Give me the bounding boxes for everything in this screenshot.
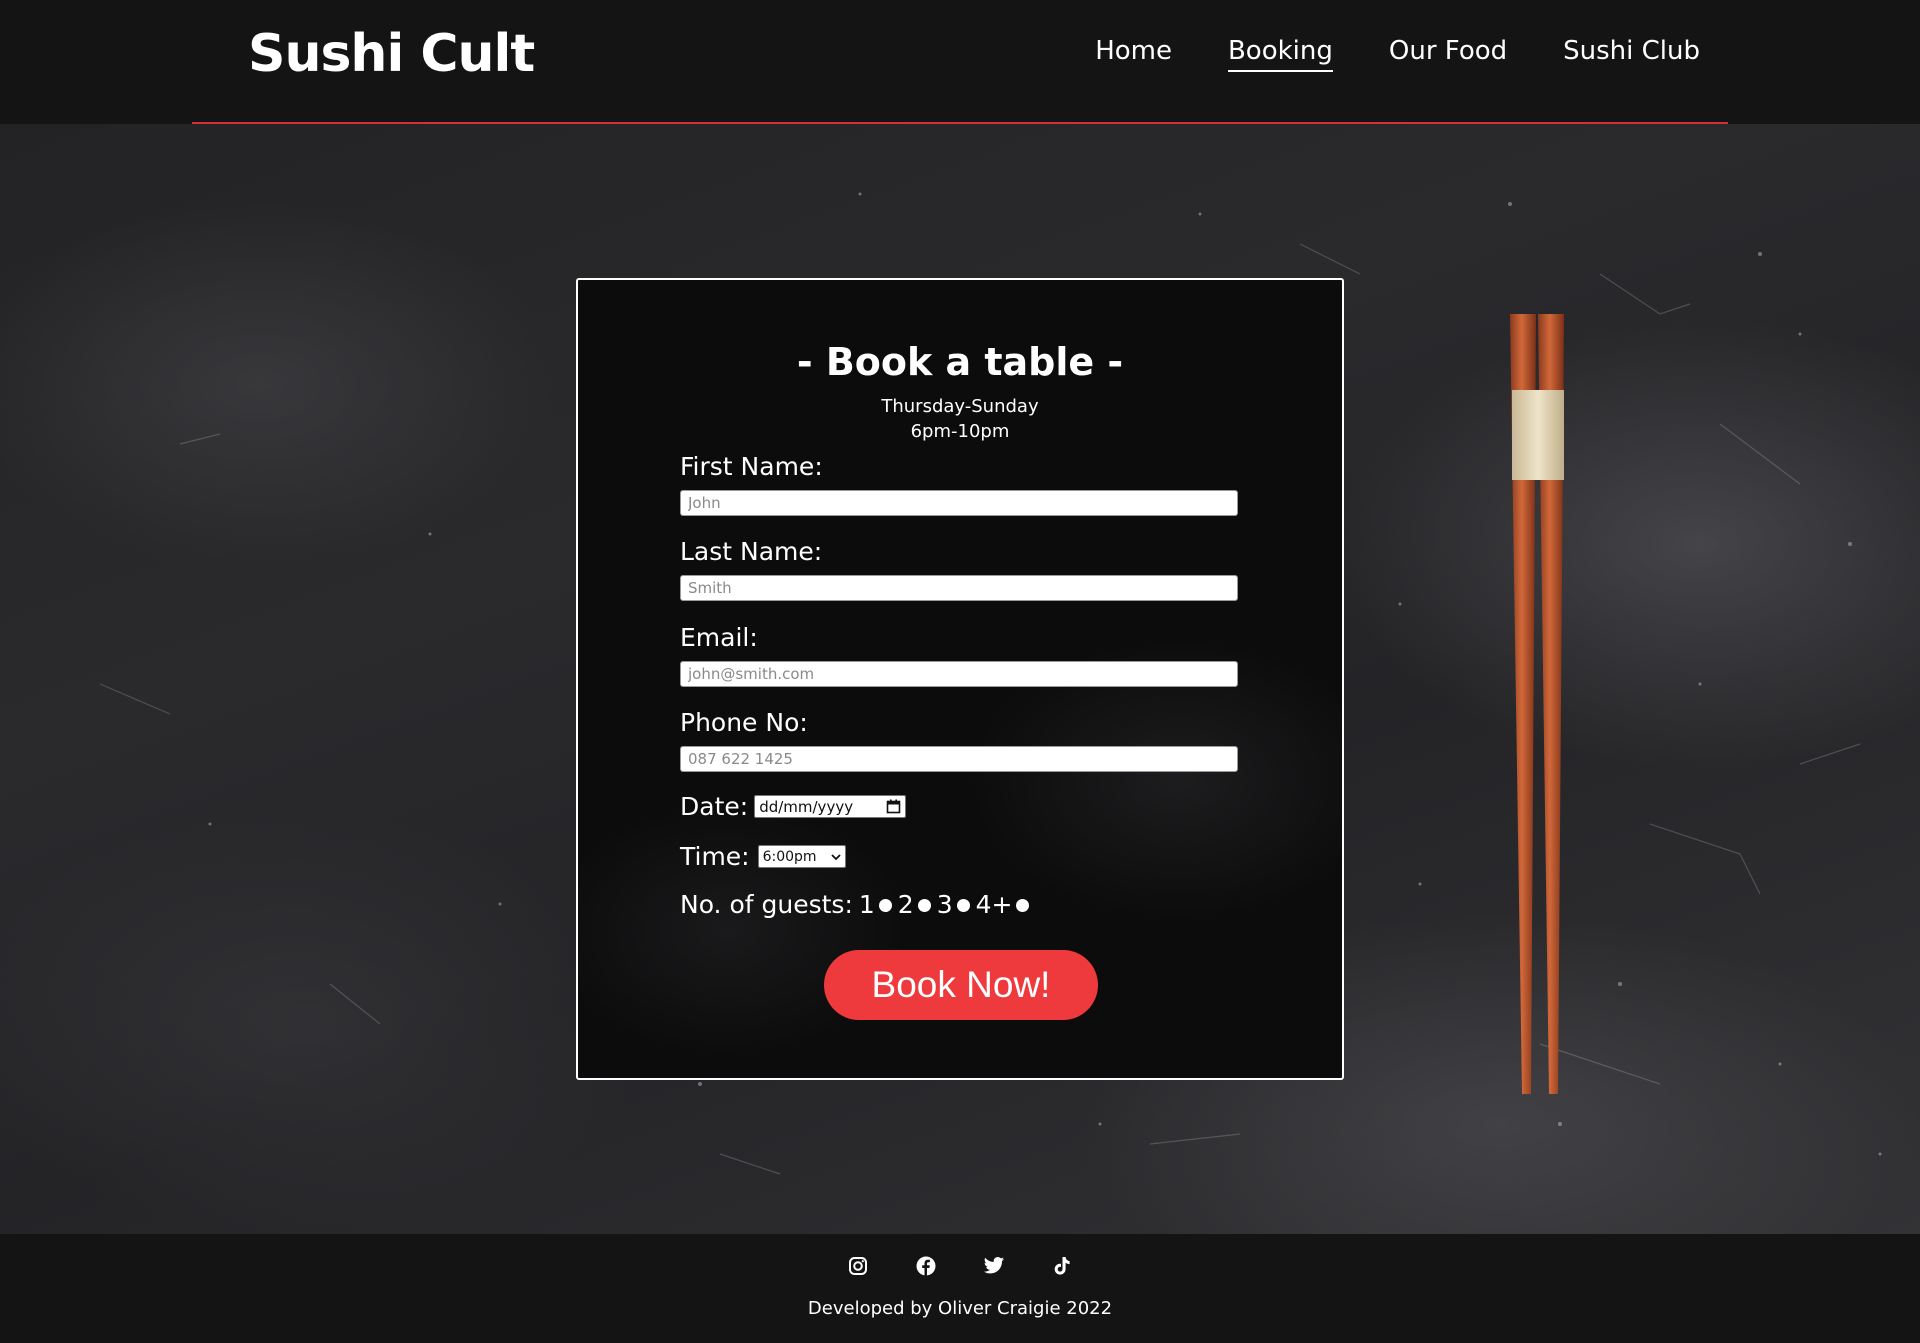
phone-input[interactable]: [680, 746, 1238, 772]
calendar-icon[interactable]: [886, 799, 901, 814]
email-input[interactable]: [680, 661, 1238, 687]
footer-credit: Developed by Oliver Craigie 2022: [807, 1298, 1113, 1319]
date-row: Date: dd/mm/yyyy: [680, 792, 907, 821]
nav-booking[interactable]: Booking: [1227, 36, 1333, 72]
date-label: Date:: [680, 792, 749, 821]
guest-radio-3[interactable]: [956, 899, 970, 912]
chopsticks-image: [1510, 314, 1564, 1094]
email-label: Email:: [680, 623, 758, 652]
nav-home[interactable]: Home: [1095, 36, 1172, 72]
last-name-input[interactable]: [680, 575, 1238, 601]
guest-option-label: 1: [858, 890, 875, 919]
guest-radio-2[interactable]: [917, 899, 931, 912]
guest-option-4-plus: 4+: [976, 890, 1030, 919]
guest-option-3: 3: [937, 890, 970, 919]
date-input[interactable]: dd/mm/yyyy: [754, 795, 907, 818]
opening-hours: 6pm-10pm: [910, 421, 1010, 442]
guest-option-2: 2: [898, 890, 931, 919]
facebook-icon[interactable]: [915, 1255, 937, 1277]
date-placeholder: dd/mm/yyyy: [759, 797, 854, 816]
site-header: Sushi Cult Home Booking Our Food Sushi C…: [0, 0, 1920, 124]
booking-form-card: - Book a table - Thursday-Sunday 6pm-10p…: [576, 278, 1344, 1080]
booking-title: - Book a table -: [796, 340, 1124, 384]
guest-option-1: 1: [859, 890, 892, 919]
tiktok-icon[interactable]: [1051, 1255, 1073, 1277]
guests-label: No. of guests:: [680, 890, 853, 919]
main-nav: Home Booking Our Food Sushi Club: [1095, 36, 1700, 72]
header-container: Sushi Cult Home Booking Our Food Sushi C…: [192, 0, 1728, 124]
time-label: Time:: [680, 842, 750, 871]
time-select[interactable]: 6:00pm: [757, 845, 846, 868]
chevron-down-icon: [830, 854, 841, 861]
nav-sushi-club[interactable]: Sushi Club: [1563, 36, 1700, 72]
phone-label: Phone No:: [680, 708, 808, 737]
hero-background: - Book a table - Thursday-Sunday 6pm-10p…: [0, 124, 1920, 1234]
guests-row: No. of guests: 1 2 3 4+: [680, 890, 1030, 919]
site-footer: Developed by Oliver Craigie 2022: [0, 1234, 1920, 1343]
last-name-label: Last Name:: [680, 537, 823, 566]
time-row: Time: 6:00pm: [680, 842, 846, 871]
guest-radio-1[interactable]: [878, 899, 892, 912]
guest-option-label: 3: [936, 890, 953, 919]
twitter-icon[interactable]: [983, 1255, 1005, 1277]
guest-radio-4-plus[interactable]: [1016, 899, 1030, 912]
opening-days: Thursday-Sunday: [881, 396, 1039, 417]
book-now-button[interactable]: Book Now!: [824, 950, 1098, 1020]
nav-our-food[interactable]: Our Food: [1389, 36, 1507, 72]
social-links: [0, 1255, 1920, 1277]
instagram-icon[interactable]: [847, 1255, 869, 1277]
brand-logo[interactable]: Sushi Cult: [248, 24, 535, 84]
first-name-label: First Name:: [680, 452, 823, 481]
first-name-input[interactable]: [680, 490, 1238, 516]
guest-option-label: 2: [897, 890, 914, 919]
guest-option-label: 4+: [975, 890, 1013, 919]
time-selected-value: 6:00pm: [762, 848, 817, 865]
